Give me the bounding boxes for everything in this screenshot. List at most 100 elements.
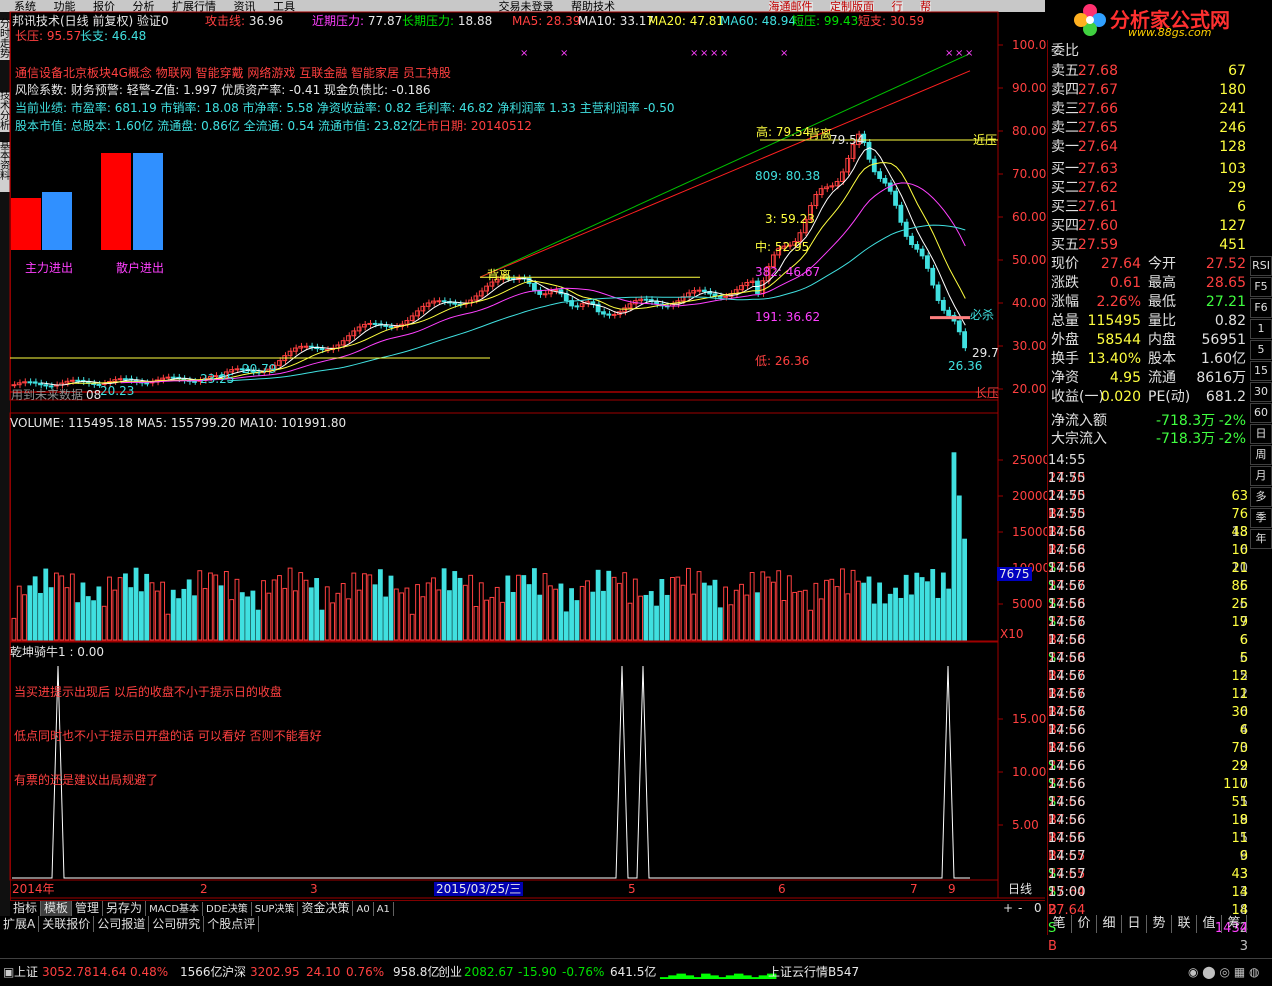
long-press-label: 长期压力: 18.88 bbox=[402, 14, 493, 28]
volume-bar bbox=[940, 572, 946, 641]
volume-bar bbox=[574, 600, 580, 641]
right-tab[interactable]: 笔 bbox=[1047, 915, 1072, 933]
future-data-hint: 用到未来数据 bbox=[11, 388, 84, 402]
tab-indicator[interactable]: 指标 bbox=[10, 901, 42, 916]
zoom-in-button[interactable]: + bbox=[1000, 901, 1016, 916]
candle-body bbox=[123, 378, 128, 381]
tab-dde[interactable]: DDE决策 bbox=[203, 902, 252, 917]
volume-bar bbox=[824, 579, 829, 641]
tick-side: B bbox=[1048, 939, 1057, 954]
ext-tab-a[interactable]: 扩展A bbox=[0, 916, 40, 932]
right-tab[interactable]: 势 bbox=[1147, 915, 1172, 933]
period-button[interactable]: 30 bbox=[1250, 382, 1272, 402]
candle-body bbox=[914, 244, 920, 250]
candle-body bbox=[356, 326, 362, 332]
candle-body bbox=[431, 300, 436, 304]
volume-bar bbox=[919, 577, 925, 641]
volume-bar bbox=[553, 588, 559, 641]
period-button[interactable]: 5 bbox=[1250, 340, 1272, 360]
tab-a0[interactable]: A0 bbox=[353, 902, 374, 917]
volume-bar bbox=[367, 574, 373, 641]
volume-bar bbox=[335, 592, 341, 641]
volume-bar bbox=[346, 598, 351, 641]
period-button[interactable]: 15 bbox=[1250, 361, 1272, 381]
ext-tab-review[interactable]: 个股点评 bbox=[204, 916, 260, 932]
ask-price: 27.67 bbox=[1077, 82, 1118, 98]
ext-tab-company-report[interactable]: 公司报道 bbox=[94, 916, 150, 932]
news-ticker[interactable]: 上证云行情B547 bbox=[768, 961, 859, 983]
period-button[interactable]: RSI bbox=[1250, 256, 1272, 276]
stat-value: 13.40% bbox=[1087, 351, 1141, 367]
cy-label[interactable]: 创业 bbox=[438, 961, 462, 983]
period-button[interactable]: 60 bbox=[1250, 403, 1272, 423]
right-tab[interactable]: 筹 bbox=[1222, 915, 1247, 933]
right-tab[interactable]: 细 bbox=[1097, 915, 1122, 933]
right-tab[interactable]: 值 bbox=[1197, 915, 1222, 933]
period-button[interactable]: 年 bbox=[1250, 529, 1272, 549]
period-button[interactable]: 日 bbox=[1250, 424, 1272, 444]
volume-bar bbox=[160, 581, 166, 641]
tab-macd[interactable]: MACD基本 bbox=[146, 902, 204, 917]
candle-body bbox=[43, 384, 49, 387]
candle-body bbox=[478, 290, 484, 297]
period-button[interactable]: F5 bbox=[1250, 277, 1272, 297]
hs-change: 24.10 bbox=[306, 965, 341, 979]
period-button[interactable]: 多 bbox=[1250, 487, 1272, 507]
stat-value-2: 28.65 bbox=[1205, 275, 1246, 291]
period-button[interactable]: 周 bbox=[1250, 445, 1272, 465]
long-press-tag: 长压 bbox=[975, 386, 1000, 400]
ask-volume: 246 bbox=[1219, 120, 1246, 136]
ask-row: 卖三 27.66 241 bbox=[1048, 100, 1248, 118]
stat-row: 外盘 58544 内盘 56951 bbox=[1048, 331, 1248, 349]
period-button[interactable]: 季 bbox=[1250, 508, 1272, 528]
ext-tab-company-research[interactable]: 公司研究 bbox=[149, 916, 205, 932]
period-button[interactable]: 月 bbox=[1250, 466, 1272, 486]
tick-row: 14:56 27.67 25 S 6 bbox=[1048, 560, 1248, 648]
right-tab[interactable]: 价 bbox=[1072, 915, 1097, 933]
zoom-out-button[interactable]: - bbox=[1015, 901, 1025, 916]
flow-pct: -2% bbox=[1218, 431, 1246, 447]
tab-manage[interactable]: 管理 bbox=[72, 901, 104, 916]
candle-body bbox=[866, 141, 872, 160]
candle-body bbox=[117, 378, 123, 381]
ext-tab-related[interactable]: 关联报价 bbox=[39, 916, 95, 932]
candle-body bbox=[542, 293, 548, 296]
long-support-label: 长支: 46.48 bbox=[80, 29, 147, 43]
stat-row: 总量 115495 量比 0.82 bbox=[1048, 312, 1248, 330]
tick-row: 14:56 27.68 21 S 6 bbox=[1048, 524, 1248, 612]
sh-label[interactable]: 上证 bbox=[14, 961, 38, 983]
flow-row: 大宗流入 -718.3万 -2% bbox=[1048, 430, 1248, 448]
right-tab[interactable]: 联 bbox=[1172, 915, 1197, 933]
volume-bar bbox=[107, 576, 112, 641]
volume-bar bbox=[951, 452, 957, 641]
tab-sup[interactable]: SUP决策 bbox=[252, 902, 299, 917]
right-tab[interactable]: 日 bbox=[1122, 915, 1147, 933]
volume-bar bbox=[128, 587, 134, 641]
zoom-reset-button[interactable]: 0 bbox=[1031, 901, 1045, 916]
retail-flow-label: 散户进出 bbox=[116, 261, 165, 275]
volume-bar bbox=[654, 605, 659, 641]
tick-time: 14:56 bbox=[1048, 633, 1086, 648]
volume-header: VOLUME: 115495.18 MA5: 155799.20 MA10: 1… bbox=[10, 416, 347, 430]
candle-body bbox=[834, 180, 840, 187]
period-button[interactable]: F6 bbox=[1250, 298, 1272, 318]
volume-bar bbox=[648, 591, 654, 641]
tab-template[interactable]: 模板 bbox=[41, 901, 73, 916]
stat-value: 27.64 bbox=[1100, 256, 1141, 272]
candle-body bbox=[749, 280, 755, 283]
period-label[interactable]: 日线 bbox=[1008, 882, 1032, 896]
volume-bar bbox=[255, 609, 261, 641]
tick-row: 14:56 27.67 11 B 4 bbox=[1048, 650, 1248, 738]
volume-bar bbox=[516, 574, 521, 641]
volume-bar bbox=[133, 567, 139, 641]
candle-body bbox=[701, 289, 707, 293]
tab-saveas[interactable]: 另存为 bbox=[103, 901, 147, 916]
hs-label[interactable]: 沪深 bbox=[222, 961, 246, 983]
candle-body bbox=[404, 320, 410, 325]
main-in-bar bbox=[11, 198, 41, 250]
tab-fund[interactable]: 资金决策 bbox=[298, 901, 354, 916]
volume-bar bbox=[739, 583, 744, 641]
period-button[interactable]: 1 bbox=[1250, 319, 1272, 339]
tab-a1[interactable]: A1 bbox=[374, 902, 394, 917]
x10-tag[interactable]: X10 bbox=[1000, 627, 1024, 641]
